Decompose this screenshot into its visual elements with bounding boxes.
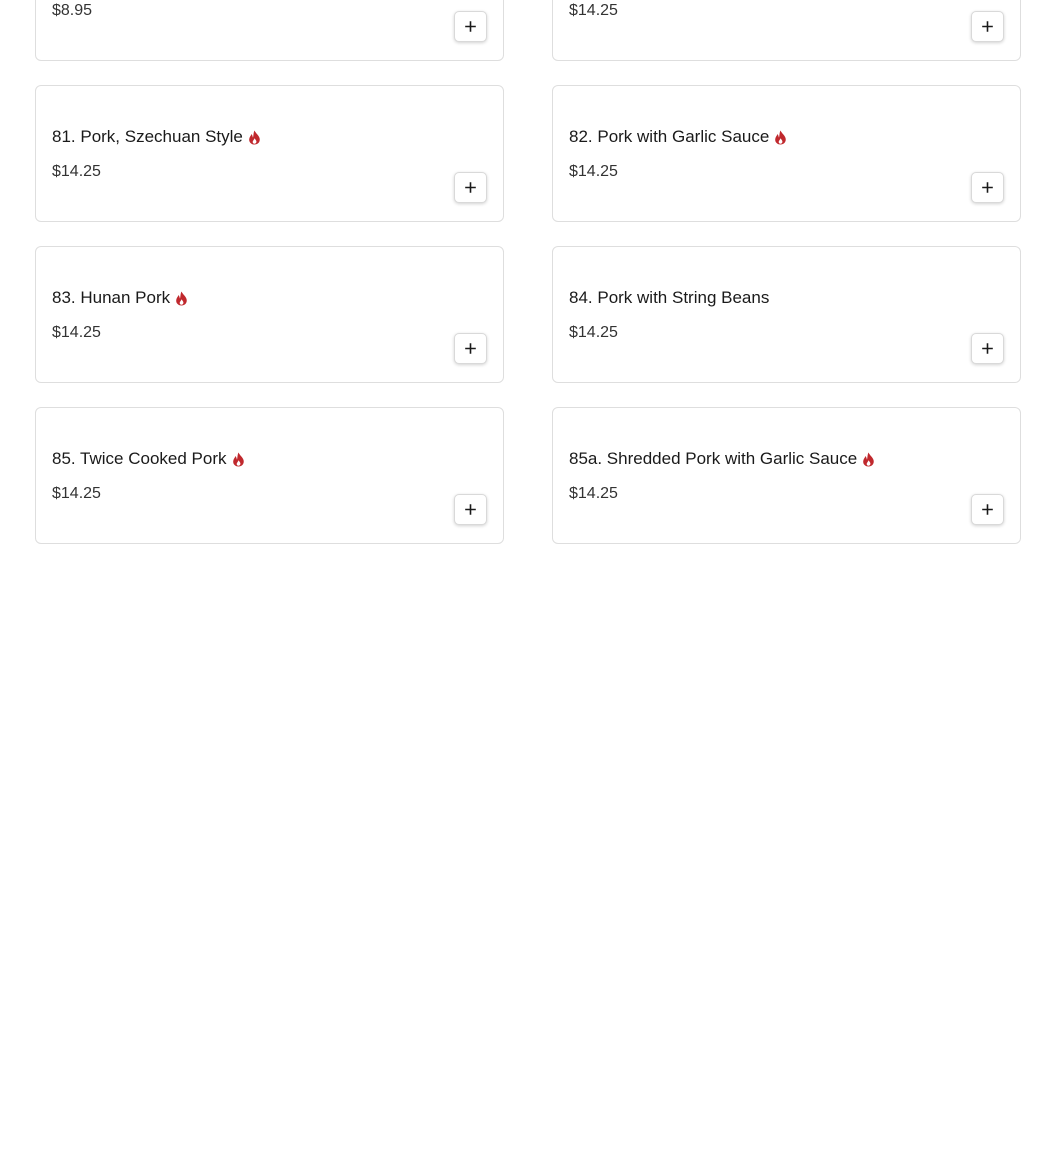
menu-item-title: 81. Pork, Szechuan Style [52,126,261,148]
menu-item-title: 83. Hunan Pork [52,287,188,309]
menu-item-price: $14.25 [52,324,101,341]
add-item-button[interactable] [971,172,1004,203]
menu-item-name: 82. Pork with Garlic Sauce [569,127,770,146]
menu-item-card[interactable]: 83. Hunan Pork $14.25 [35,246,504,383]
menu-item-price: $14.25 [52,163,101,180]
plus-icon [465,21,476,32]
menu-item-title: 85. Twice Cooked Pork [52,448,245,470]
plus-icon [982,343,993,354]
menu-item-card[interactable]: 82. Pork with Garlic Sauce $14.25 [552,85,1021,222]
menu-item-title: 82. Pork with Garlic Sauce [569,126,787,148]
menu-item-name: 84. Pork with String Beans [569,288,770,307]
menu-item-price: $14.25 [52,485,101,502]
menu-item-card[interactable]: 81. Pork, Szechuan Style $14.25 [35,85,504,222]
plus-icon [465,343,476,354]
menu-item-card[interactable]: $14.25 [552,0,1021,61]
menu-item-card[interactable]: 85. Twice Cooked Pork $14.25 [35,407,504,544]
spicy-flame-icon [175,291,188,306]
spicy-flame-icon [774,130,787,145]
add-item-button[interactable] [971,494,1004,525]
menu-item-card[interactable]: 85a. Shredded Pork with Garlic Sauce $14… [552,407,1021,544]
add-item-button[interactable] [971,11,1004,42]
menu-item-price: $14.25 [569,163,618,180]
add-item-button[interactable] [454,494,487,525]
spicy-flame-icon [232,452,245,467]
menu-item-card[interactable]: $8.95 [35,0,504,61]
menu-item-title: 84. Pork with String Beans [569,287,769,309]
spicy-flame-icon [248,130,261,145]
plus-icon [982,182,993,193]
plus-icon [465,182,476,193]
menu-item-price: $14.25 [569,324,618,341]
add-item-button[interactable] [454,11,487,42]
menu-item-price: $14.25 [569,485,618,502]
menu-item-name: 85a. Shredded Pork with Garlic Sauce [569,449,858,468]
menu-item-price: $14.25 [569,2,618,19]
menu-item-name: 85. Twice Cooked Pork [52,449,227,468]
menu-item-grid: $8.95 $14.25 81. Pork, Szechuan Style $1… [35,0,1021,544]
add-item-button[interactable] [454,333,487,364]
add-item-button[interactable] [971,333,1004,364]
plus-icon [465,504,476,515]
add-item-button[interactable] [454,172,487,203]
menu-item-title: 85a. Shredded Pork with Garlic Sauce [569,448,875,470]
menu-item-name: 81. Pork, Szechuan Style [52,127,243,146]
menu-item-price: $8.95 [52,2,93,19]
plus-icon [982,504,993,515]
plus-icon [982,21,993,32]
spicy-flame-icon [862,452,875,467]
menu-item-card[interactable]: 84. Pork with String Beans $14.25 [552,246,1021,383]
menu-item-name: 83. Hunan Pork [52,288,171,307]
